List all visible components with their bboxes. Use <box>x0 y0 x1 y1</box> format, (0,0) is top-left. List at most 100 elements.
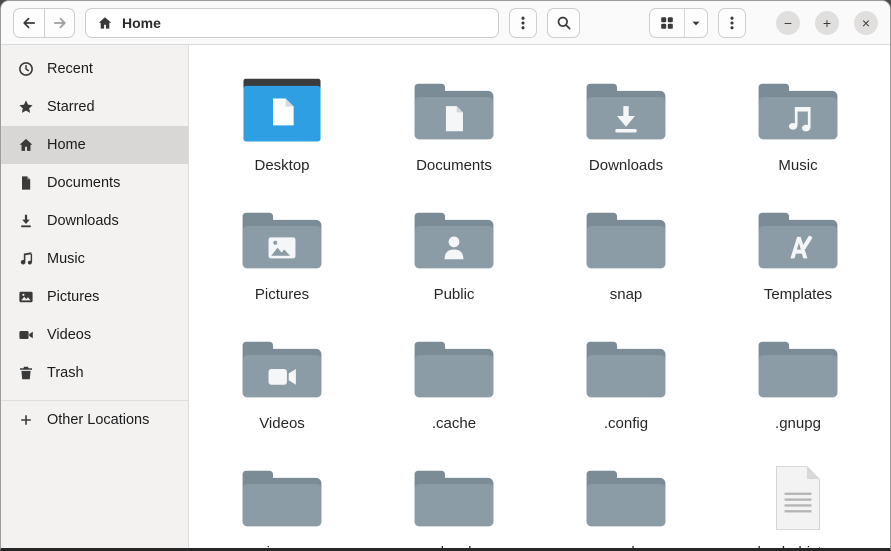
video-icon <box>18 327 34 343</box>
sidebar-item-pictures[interactable]: Pictures <box>1 278 188 316</box>
file-item-videos[interactable]: Videos <box>196 325 368 454</box>
file-name-label: Videos <box>259 415 305 432</box>
folder-downloads-icon <box>583 67 669 155</box>
current-location-label: Home <box>122 14 161 31</box>
trash-icon <box>18 365 34 381</box>
folder-videos-icon <box>239 325 325 413</box>
sidebar-item-recent[interactable]: Recent <box>1 50 188 88</box>
view-toggle-button <box>649 7 708 38</box>
back-arrow-icon <box>21 15 37 31</box>
file-name-label: .local <box>436 544 471 548</box>
file-name-label: .icons <box>262 544 301 548</box>
file-item-music[interactable]: Music <box>712 67 884 196</box>
kebab-menu-icon <box>724 15 740 31</box>
sidebar-item-label: Trash <box>47 365 84 381</box>
grid-view-button[interactable] <box>650 8 685 37</box>
file-item-snap[interactable]: snap <box>540 196 712 325</box>
grid-view-icon <box>659 15 675 31</box>
sidebar-item-label: Music <box>47 251 85 267</box>
sidebar-item-label: Home <box>47 137 86 153</box>
path-bar[interactable]: Home <box>85 7 499 38</box>
file-name-label: .bash_history <box>753 544 842 548</box>
folder-icon <box>411 454 497 542</box>
chevron-down-icon <box>688 15 704 31</box>
sidebar-item-label: Downloads <box>47 213 119 229</box>
sidebar-item-label: Starred <box>47 99 95 115</box>
sidebar-item-music[interactable]: Music <box>1 240 188 278</box>
home-icon <box>97 15 113 31</box>
music-icon <box>18 251 34 267</box>
sidebar-item-label: Pictures <box>47 289 100 305</box>
sidebar-item-label: Videos <box>47 327 92 343</box>
sidebar-item-label: Documents <box>47 175 121 191</box>
text-file-icon <box>769 454 827 542</box>
file-name-label: Public <box>433 286 475 303</box>
file-name-label: Pictures <box>254 286 310 303</box>
file-item-ssh[interactable]: .ssh <box>540 454 712 548</box>
sidebar-item-home[interactable]: Home <box>1 126 188 164</box>
maximize-button[interactable]: + <box>815 10 839 35</box>
file-name-label: .config <box>603 415 649 432</box>
view-options-button[interactable] <box>685 9 707 37</box>
search-button[interactable] <box>547 7 580 38</box>
file-item-gnupg[interactable]: .gnupg <box>712 325 884 454</box>
forward-button[interactable] <box>44 7 75 38</box>
file-item-documents[interactable]: Documents <box>368 67 540 196</box>
file-view: Desktop Documents Downloads Music Pictur… <box>189 45 890 548</box>
sidebar: Recent Starred Home Documents Downloads … <box>1 45 189 548</box>
file-item-local[interactable]: .local <box>368 454 540 548</box>
file-name-label: .gnupg <box>775 415 821 432</box>
sidebar-item-label: Recent <box>47 61 93 77</box>
main-menu-button[interactable] <box>718 7 746 38</box>
file-grid: Desktop Documents Downloads Music Pictur… <box>189 45 890 548</box>
folder-icon <box>755 325 841 413</box>
file-name-label: Desktop <box>254 157 310 174</box>
sidebar-item-downloads[interactable]: Downloads <box>1 202 188 240</box>
sidebar-item-starred[interactable]: Starred <box>1 88 188 126</box>
file-name-label: Music <box>778 157 818 174</box>
file-item-pictures[interactable]: Pictures <box>196 196 368 325</box>
nav-buttons <box>13 7 75 38</box>
back-button[interactable] <box>13 7 44 38</box>
headerbar: Home − + × <box>1 1 890 45</box>
sidebar-item-videos[interactable]: Videos <box>1 316 188 354</box>
file-name-label: Downloads <box>588 157 664 174</box>
file-item-desktop[interactable]: Desktop <box>196 67 368 196</box>
kebab-menu-icon <box>515 15 531 31</box>
file-item-templates[interactable]: Templates <box>712 196 884 325</box>
location-menu-button[interactable] <box>509 7 537 38</box>
file-name-label: Documents <box>416 157 492 174</box>
folder-icon <box>411 325 497 413</box>
file-item-cache[interactable]: .cache <box>368 325 540 454</box>
folder-documents-icon <box>411 67 497 155</box>
search-icon <box>556 15 572 31</box>
star-icon <box>18 99 34 115</box>
window-controls: − + × <box>776 10 878 35</box>
file-item-public[interactable]: Public <box>368 196 540 325</box>
sidebar-item-documents[interactable]: Documents <box>1 164 188 202</box>
file-name-label: .cache <box>431 415 477 432</box>
file-item-icons[interactable]: .icons <box>196 454 368 548</box>
plus-icon <box>18 412 34 428</box>
file-name-label: .ssh <box>612 544 640 548</box>
sidebar-item-label: Other Locations <box>47 412 150 428</box>
folder-templates-icon <box>755 196 841 284</box>
folder-public-icon <box>411 196 497 284</box>
file-name-label: snap <box>609 286 643 303</box>
forward-arrow-icon <box>52 15 68 31</box>
folder-music-icon <box>755 67 841 155</box>
image-icon <box>18 289 34 305</box>
folder-icon <box>583 454 669 542</box>
folder-icon <box>583 325 669 413</box>
folder-icon <box>583 196 669 284</box>
sidebar-item-other-locations[interactable]: Other Locations <box>1 401 188 439</box>
sidebar-item-trash[interactable]: Trash <box>1 354 188 392</box>
file-manager-window: Home − + × Recent Starred Home Documents <box>0 0 891 551</box>
close-button[interactable]: × <box>854 10 878 35</box>
document-icon <box>18 175 34 191</box>
file-item-downloads[interactable]: Downloads <box>540 67 712 196</box>
file-item-config[interactable]: .config <box>540 325 712 454</box>
file-item-bash-history[interactable]: .bash_history <box>712 454 884 548</box>
clock-icon <box>18 61 34 77</box>
minimize-button[interactable]: − <box>776 10 800 35</box>
